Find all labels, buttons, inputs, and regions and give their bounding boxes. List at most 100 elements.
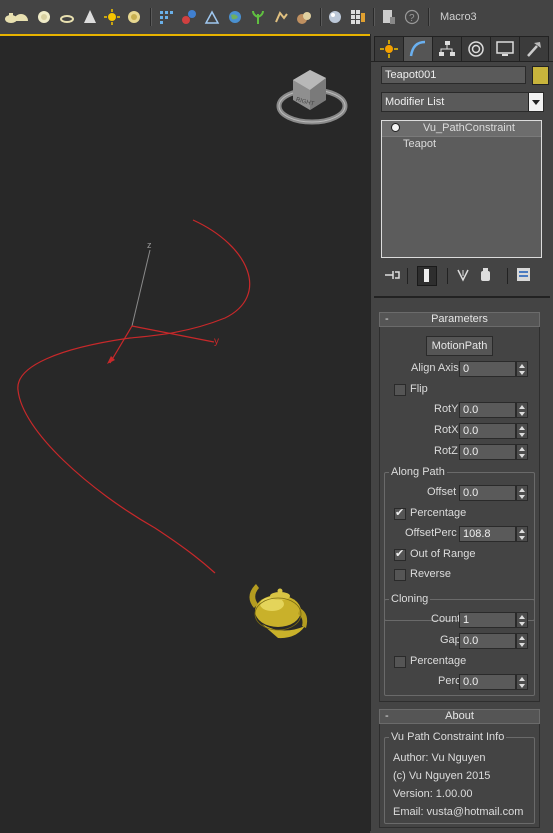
spinner-arrows-icon[interactable]: [516, 423, 528, 439]
macro-button[interactable]: Macro3: [440, 11, 477, 23]
parameters-rollout-header[interactable]: - Parameters: [379, 312, 540, 327]
show-end-result-button[interactable]: [417, 266, 437, 286]
perc-value[interactable]: 0.0: [459, 674, 516, 690]
viewcube[interactable]: RIGHT: [276, 70, 348, 125]
motionpath-button[interactable]: MotionPath: [426, 336, 493, 356]
flip-label: Flip: [410, 383, 428, 395]
spinner-arrows-icon[interactable]: [516, 402, 528, 418]
modify-tab[interactable]: [403, 36, 433, 61]
chevron-down-icon[interactable]: [528, 93, 543, 111]
spinner-arrows-icon[interactable]: [516, 361, 528, 377]
render-sphere-icon[interactable]: [327, 9, 343, 25]
plant-icon[interactable]: [250, 9, 266, 25]
perspective-viewport[interactable]: z y RIGHT: [0, 34, 370, 833]
gap-value[interactable]: 0.0: [459, 633, 516, 649]
reverse-checkbox[interactable]: [394, 569, 406, 581]
motion-path-spline: [17, 219, 251, 574]
material-icon[interactable]: [296, 9, 312, 25]
y-axis-line: [131, 325, 215, 343]
remove-modifier-icon[interactable]: [477, 266, 495, 284]
transform-icon[interactable]: [204, 9, 220, 25]
pin-stack-icon[interactable]: [383, 266, 401, 284]
spinner-arrows-icon[interactable]: [516, 444, 528, 460]
create-tab[interactable]: [374, 36, 404, 61]
teapot-object[interactable]: [249, 584, 308, 639]
about-rollout-header[interactable]: - About: [379, 709, 540, 724]
help-icon[interactable]: ?: [404, 9, 420, 25]
out-of-range-checkbox[interactable]: [394, 547, 406, 561]
stack-item-teapot[interactable]: Teapot: [382, 137, 541, 152]
panel-divider: [374, 296, 550, 298]
about-title: About: [445, 710, 474, 722]
sphere-icon[interactable]: [36, 9, 52, 25]
offsetperc-value[interactable]: 108.8: [459, 526, 516, 542]
roty-spinner[interactable]: 0.0: [459, 402, 529, 418]
z-axis-line: [131, 249, 151, 327]
rotx-spinner[interactable]: 0.0: [459, 423, 529, 439]
light-bulb-icon[interactable]: [391, 123, 400, 132]
cone-icon[interactable]: [82, 9, 98, 25]
offset-value[interactable]: 0.0: [459, 485, 516, 501]
modifier-list-dropdown[interactable]: Modifier List: [381, 92, 544, 112]
document-icon[interactable]: [381, 9, 397, 25]
globe-icon[interactable]: [227, 9, 243, 25]
tool-separator: [407, 268, 408, 284]
make-unique-icon[interactable]: [455, 266, 473, 284]
about-info-title: Vu Path Constraint Info: [389, 731, 507, 743]
grid-icon[interactable]: [350, 9, 366, 25]
count-spinner[interactable]: 1: [459, 612, 529, 628]
cloning-title: Cloning: [389, 593, 431, 605]
collapse-icon: -: [385, 313, 389, 325]
dome-icon[interactable]: [13, 9, 29, 25]
rotx-value[interactable]: 0.0: [459, 423, 516, 439]
motion-tab[interactable]: [461, 36, 491, 61]
hierarchy-tree-icon: [439, 41, 455, 56]
gap-spinner[interactable]: 0.0: [459, 633, 529, 649]
object-name-field[interactable]: Teapot001: [381, 66, 526, 84]
spinner-arrows-icon[interactable]: [516, 485, 528, 501]
light-bulb-icon[interactable]: [126, 9, 142, 25]
along-path-title: Along Path: [389, 466, 447, 478]
offset-spinner[interactable]: 0.0: [459, 485, 529, 501]
cloning-percentage-checkbox[interactable]: [394, 656, 406, 668]
modifier-list-label: Modifier List: [385, 96, 445, 108]
sun-icon[interactable]: [104, 9, 120, 25]
display-tab[interactable]: [490, 36, 520, 61]
stack-item-vu-pathconstraint[interactable]: Vu_PathConstraint: [382, 121, 541, 137]
count-value[interactable]: 1: [459, 612, 516, 628]
cloning-percentage-label: Percentage: [410, 655, 467, 667]
gap-label: Gap: [440, 634, 461, 646]
stack-toolbar: [381, 266, 544, 288]
display-monitor-icon: [496, 41, 514, 56]
create-icon: [380, 40, 398, 58]
roty-value[interactable]: 0.0: [459, 402, 516, 418]
hierarchy-icon[interactable]: [181, 9, 197, 25]
out-of-range-label: Out of Range: [410, 548, 476, 560]
main-toolbar: ? Macro3: [0, 0, 553, 35]
toolbar-separator: [150, 8, 152, 26]
spinner-arrows-icon[interactable]: [516, 674, 528, 690]
align-axis-value[interactable]: 0: [459, 361, 516, 377]
modifier-stack[interactable]: Vu_PathConstraint Teapot: [381, 120, 542, 258]
hand-icon[interactable]: [273, 9, 289, 25]
tool-separator: [447, 268, 448, 284]
toolbar-separator: [428, 8, 430, 26]
object-color-swatch[interactable]: [532, 66, 549, 85]
utilities-tab[interactable]: [519, 36, 549, 61]
offsetperc-spinner[interactable]: 108.8: [459, 526, 529, 542]
collapse-icon: -: [385, 710, 389, 722]
cylinder-icon[interactable]: [59, 9, 75, 25]
percentage-checkbox[interactable]: [394, 506, 406, 520]
about-author: Author: Vu Nguyen: [393, 752, 486, 764]
spinner-arrows-icon[interactable]: [516, 526, 528, 542]
flip-checkbox[interactable]: [394, 384, 406, 396]
align-axis-spinner[interactable]: 0: [459, 361, 529, 377]
spinner-arrows-icon[interactable]: [516, 633, 528, 649]
spinner-arrows-icon[interactable]: [516, 612, 528, 628]
configure-modifier-sets-icon[interactable]: [515, 266, 533, 284]
rotz-value[interactable]: 0.0: [459, 444, 516, 460]
perc-spinner[interactable]: 0.0: [459, 674, 529, 690]
hierarchy-tab[interactable]: [432, 36, 462, 61]
rotz-spinner[interactable]: 0.0: [459, 444, 529, 460]
grid-snap-icon[interactable]: [158, 9, 174, 25]
